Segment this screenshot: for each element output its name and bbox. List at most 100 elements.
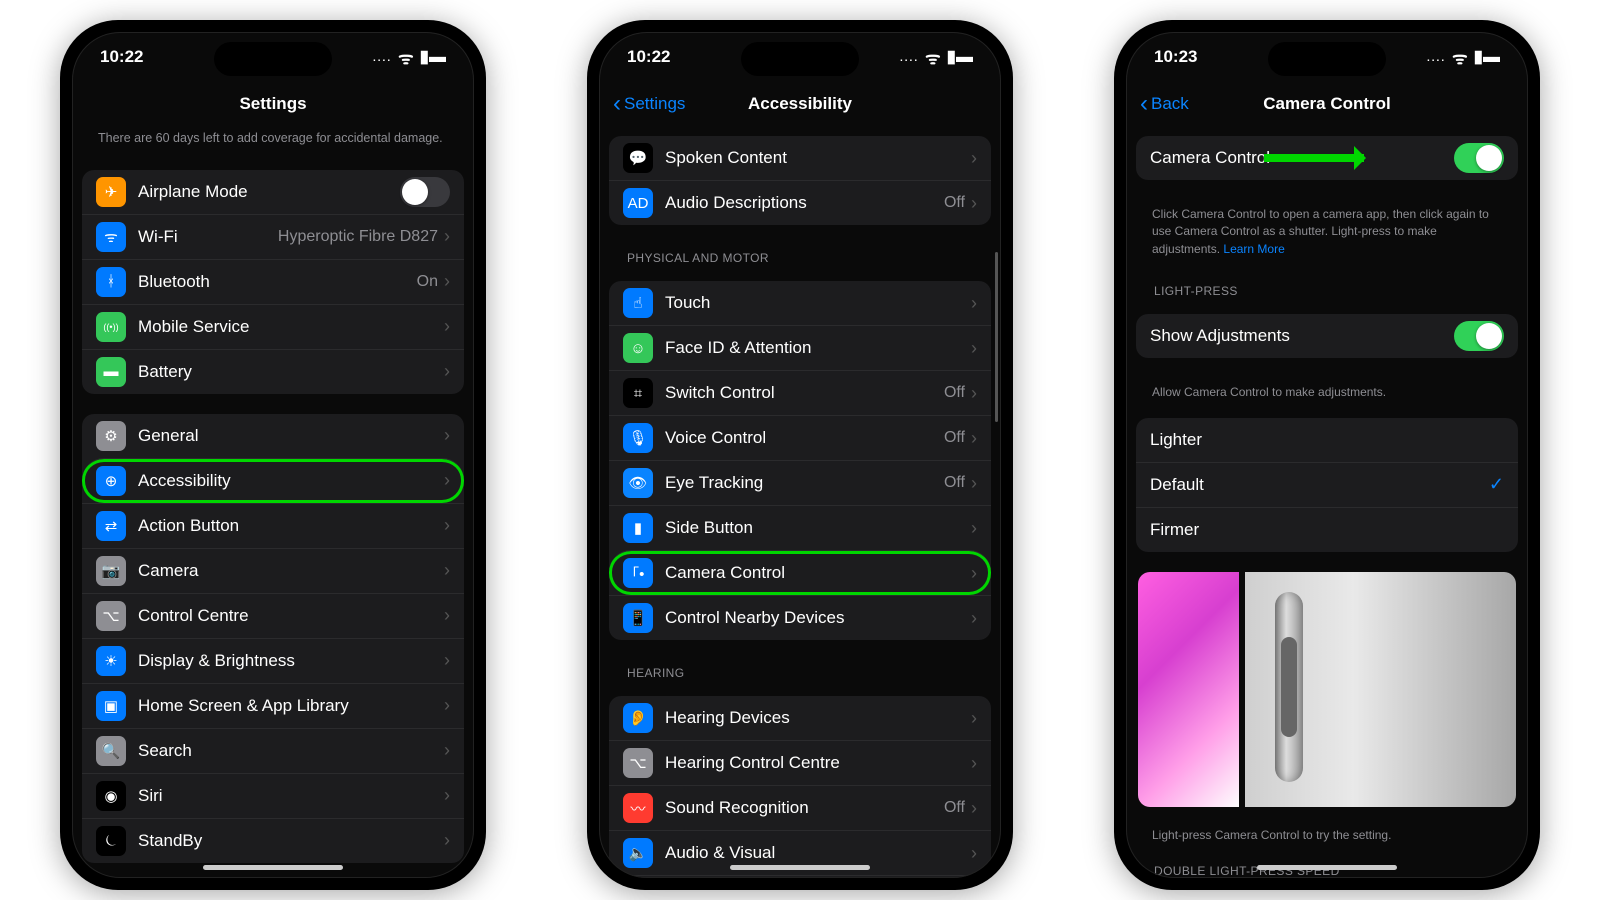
option-firmer[interactable]: Firmer xyxy=(1136,507,1518,552)
chevron-right-icon: › xyxy=(444,605,450,626)
chevron-right-icon: › xyxy=(444,425,450,446)
row-label: Audio & Visual xyxy=(665,843,971,863)
battery-icon: ▬ xyxy=(96,357,126,387)
chevron-right-icon: › xyxy=(971,428,977,449)
clock: 10:22 xyxy=(100,47,143,67)
row-label: Switch Control xyxy=(665,383,944,403)
chevron-right-icon: › xyxy=(444,361,450,382)
row-battery[interactable]: ▬Battery› xyxy=(82,349,464,394)
cellular-icon: .... xyxy=(373,53,392,64)
row-siri[interactable]: ◉Siri› xyxy=(82,773,464,818)
action-icon: ⇄ xyxy=(96,511,126,541)
voicectrl-icon: 🎙 xyxy=(623,423,653,453)
bluetooth-icon: ᚼ xyxy=(96,267,126,297)
back-chevron-icon: ‹ xyxy=(613,92,621,116)
row-detail: Off xyxy=(944,799,965,817)
back-button[interactable]: ‹ Settings xyxy=(613,92,685,116)
row-accessibility[interactable]: ⊕Accessibility› xyxy=(82,458,464,503)
row-camera-control[interactable]: ｢•Camera Control› xyxy=(609,550,991,595)
row-general[interactable]: ⚙︎General› xyxy=(82,414,464,458)
coverage-banner[interactable]: There are 60 days left to add coverage f… xyxy=(82,126,464,160)
row-label: Audio Descriptions xyxy=(665,193,944,213)
row-airplane-mode[interactable]: ✈︎Airplane Mode xyxy=(82,170,464,214)
nearby-icon: 📱 xyxy=(623,603,653,633)
option-default[interactable]: Default✓ xyxy=(1136,462,1518,507)
back-button[interactable]: ‹ Back xyxy=(1140,92,1189,116)
row-label: Control Centre xyxy=(138,606,444,626)
learn-more-link[interactable]: Learn More xyxy=(1223,242,1284,256)
chevron-right-icon: › xyxy=(444,830,450,851)
home-indicator[interactable] xyxy=(730,865,870,870)
row-face-id-attention[interactable]: ☺︎Face ID & Attention› xyxy=(609,325,991,370)
row-hearing-control-centre[interactable]: ⌥ Hearing Control Centre› xyxy=(609,740,991,785)
row-detail: Off xyxy=(944,429,965,447)
row-label: Voice Control xyxy=(665,428,944,448)
chevron-right-icon: › xyxy=(444,226,450,247)
row-home-screen-app-library[interactable]: ▣Home Screen & App Library› xyxy=(82,683,464,728)
chevron-right-icon: › xyxy=(971,193,977,214)
home-indicator[interactable] xyxy=(1257,865,1397,870)
chevron-right-icon: › xyxy=(444,515,450,536)
row-eye-tracking[interactable]: 👁Eye TrackingOff› xyxy=(609,460,991,505)
row-bluetooth[interactable]: ᚼBluetoothOn› xyxy=(82,259,464,304)
chevron-right-icon: › xyxy=(971,798,977,819)
row-sound-recognition[interactable]: 〰Sound RecognitionOff› xyxy=(609,785,991,830)
row-switch-control[interactable]: ⌗Switch ControlOff› xyxy=(609,370,991,415)
row-touch[interactable]: ☝︎Touch› xyxy=(609,281,991,325)
clock: 10:22 xyxy=(627,47,670,67)
row-detail: Off xyxy=(944,384,965,402)
row-standby[interactable]: ⏾StandBy› xyxy=(82,818,464,863)
chevron-right-icon: › xyxy=(444,785,450,806)
chevron-right-icon: › xyxy=(971,708,977,729)
airplane-toggle[interactable] xyxy=(400,177,450,207)
row-label: Hearing Control Centre xyxy=(665,753,971,773)
row-detail: Off xyxy=(944,194,965,212)
row-voice-control[interactable]: 🎙 Voice ControlOff › xyxy=(609,415,991,460)
row-display-brightness[interactable]: ☀︎Display & Brightness› xyxy=(82,638,464,683)
row-control-nearby-devices[interactable]: 📱Control Nearby Devices› xyxy=(609,595,991,640)
page-title: Accessibility xyxy=(748,94,852,114)
row-detail: Hyperoptic Fibre D827 xyxy=(278,228,438,246)
row-side-button[interactable]: ▮Side Button› xyxy=(609,505,991,550)
wifi-icon: ᯤ xyxy=(925,46,941,69)
eyetrack-icon: 👁 xyxy=(623,468,653,498)
notch xyxy=(214,42,332,76)
row-action-button[interactable]: ⇄Action Button› xyxy=(82,503,464,548)
cellular-icon: ((•)) xyxy=(96,312,126,342)
row-label: Control Nearby Devices xyxy=(665,608,971,628)
chevron-right-icon: › xyxy=(444,695,450,716)
row-audio-descriptions[interactable]: ADAudio DescriptionsOff› xyxy=(609,180,991,225)
soundrec-icon: 〰 xyxy=(623,793,653,823)
option-lighter[interactable]: Lighter xyxy=(1136,418,1518,462)
row-subtitles-captioning[interactable]: CCSubtitles & Captioning› xyxy=(609,875,991,878)
phone-camera-control: 10:23 .... ᯤ ▮▬ ‹ Back Camera Control Ca… xyxy=(1114,20,1540,890)
option-label: Lighter xyxy=(1150,430,1504,450)
row-search[interactable]: 🔍Search› xyxy=(82,728,464,773)
row-wi-fi[interactable]: ᯤWi-FiHyperoptic Fibre D827› xyxy=(82,214,464,259)
scroll-indicator[interactable] xyxy=(995,252,998,422)
camera-control-toggle[interactable] xyxy=(1454,143,1504,173)
row-mobile-service[interactable]: ((•))Mobile Service› xyxy=(82,304,464,349)
row-control-centre[interactable]: ⌥Control Centre› xyxy=(82,593,464,638)
row-camera[interactable]: 📷Camera› xyxy=(82,548,464,593)
row-label: Camera Control xyxy=(665,563,971,583)
hearingcc-icon: ⌥ xyxy=(623,748,653,778)
row-spoken-content[interactable]: 💬Spoken Content› xyxy=(609,136,991,180)
show-adjustments-toggle[interactable] xyxy=(1454,321,1504,351)
camera-control-footer: Click Camera Control to open a camera ap… xyxy=(1136,200,1518,258)
row-label: Mobile Service xyxy=(138,317,444,337)
row-show-adjustments[interactable]: Show Adjustments xyxy=(1136,314,1518,358)
row-hearing-devices[interactable]: 👂Hearing Devices› xyxy=(609,696,991,740)
chevron-right-icon: › xyxy=(971,753,977,774)
notch xyxy=(741,42,859,76)
preview-image xyxy=(1138,572,1516,807)
chevron-right-icon: › xyxy=(971,843,977,864)
row-label: Hearing Devices xyxy=(665,708,971,728)
battery-icon: ▮▬ xyxy=(947,47,973,67)
row-label: Spoken Content xyxy=(665,148,971,168)
accessibility-icon: ⊕ xyxy=(96,466,126,496)
chevron-right-icon: › xyxy=(444,560,450,581)
chevron-right-icon: › xyxy=(971,473,977,494)
camera-icon: 📷 xyxy=(96,556,126,586)
home-indicator[interactable] xyxy=(203,865,343,870)
